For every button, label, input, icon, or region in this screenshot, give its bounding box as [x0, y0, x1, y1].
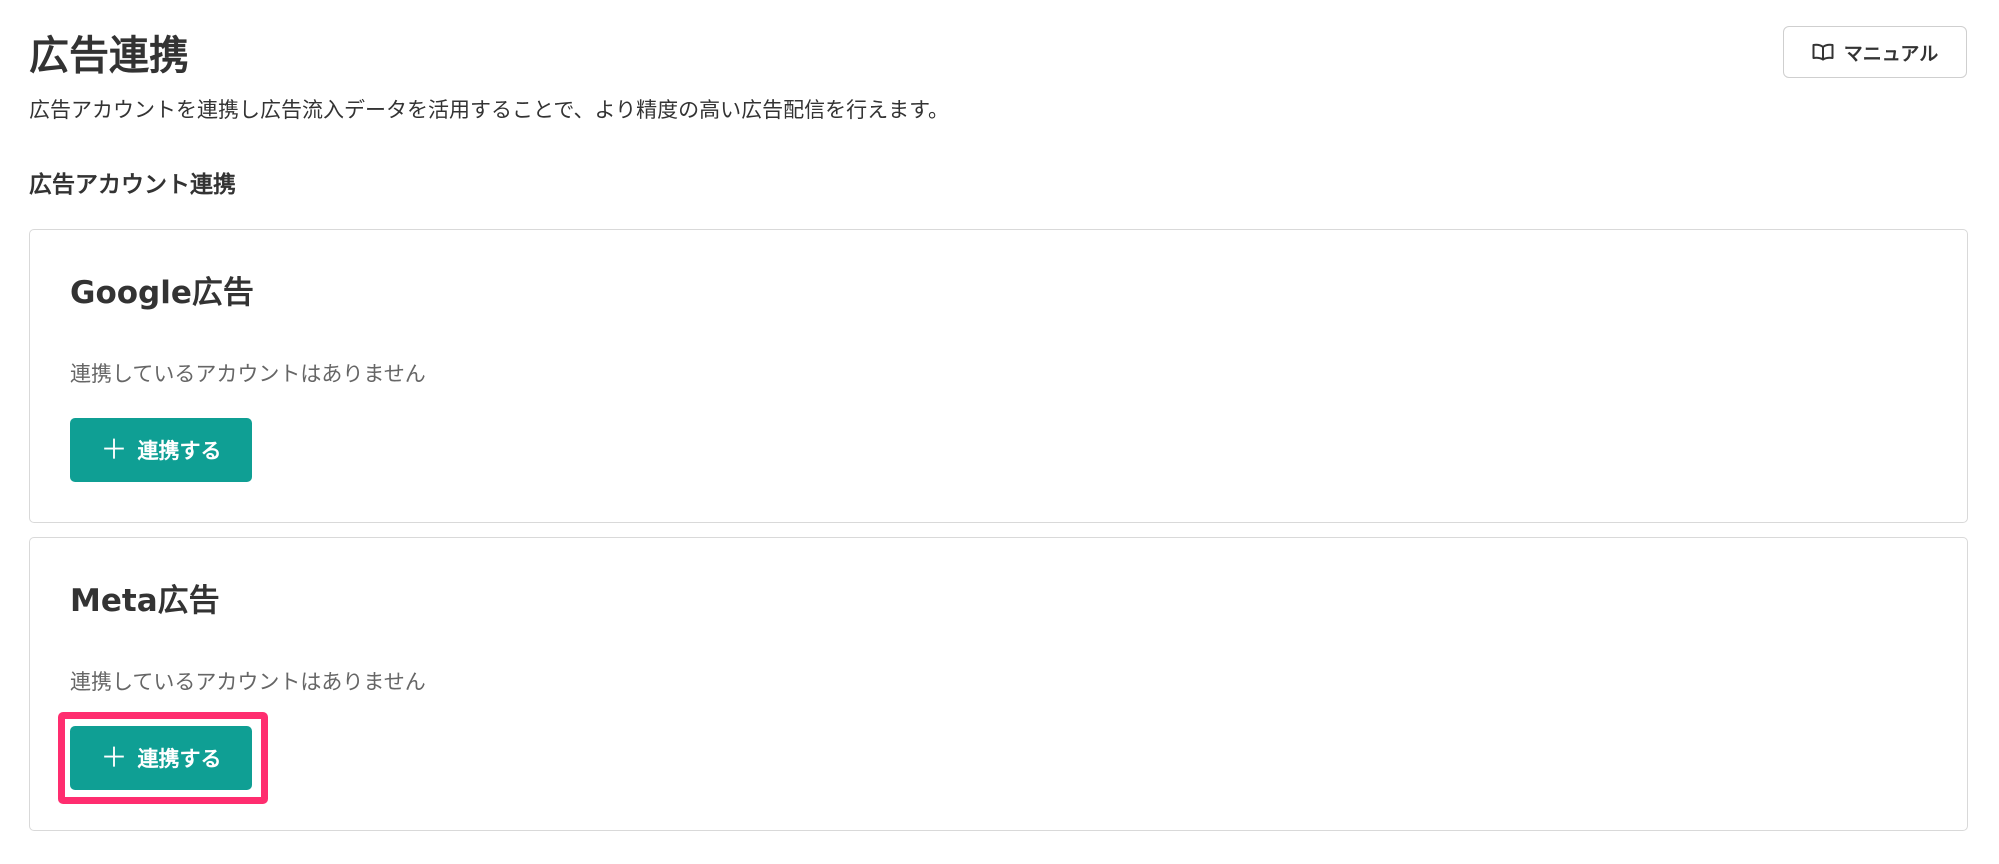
- card-title: Google広告: [70, 275, 254, 311]
- meta-connect-button[interactable]: ＋ 連携する: [70, 726, 252, 790]
- google-connect-button[interactable]: ＋ 連携する: [70, 418, 252, 482]
- google-ads-card: Google広告 連携しているアカウントはありません ＋ 連携する: [29, 229, 1968, 523]
- book-icon: [1812, 43, 1834, 61]
- page-description: 広告アカウントを連携し広告流入データを活用することで、より精度の高い広告配信を行…: [29, 98, 950, 122]
- card-title: Meta広告: [70, 583, 220, 619]
- connect-button-label: 連携する: [137, 747, 222, 771]
- page-title: 広告連携: [29, 33, 189, 79]
- connect-button-label: 連携する: [137, 439, 222, 463]
- manual-button[interactable]: マニュアル: [1783, 26, 1967, 78]
- meta-ads-card: Meta広告 連携しているアカウントはありません ＋ 連携する: [29, 537, 1968, 831]
- plus-icon: ＋: [100, 742, 128, 774]
- empty-message: 連携しているアカウントはありません: [70, 670, 426, 694]
- manual-button-label: マニュアル: [1843, 43, 1939, 65]
- plus-icon: ＋: [100, 434, 128, 466]
- section-title: 広告アカウント連携: [29, 172, 236, 198]
- empty-message: 連携しているアカウントはありません: [70, 362, 426, 386]
